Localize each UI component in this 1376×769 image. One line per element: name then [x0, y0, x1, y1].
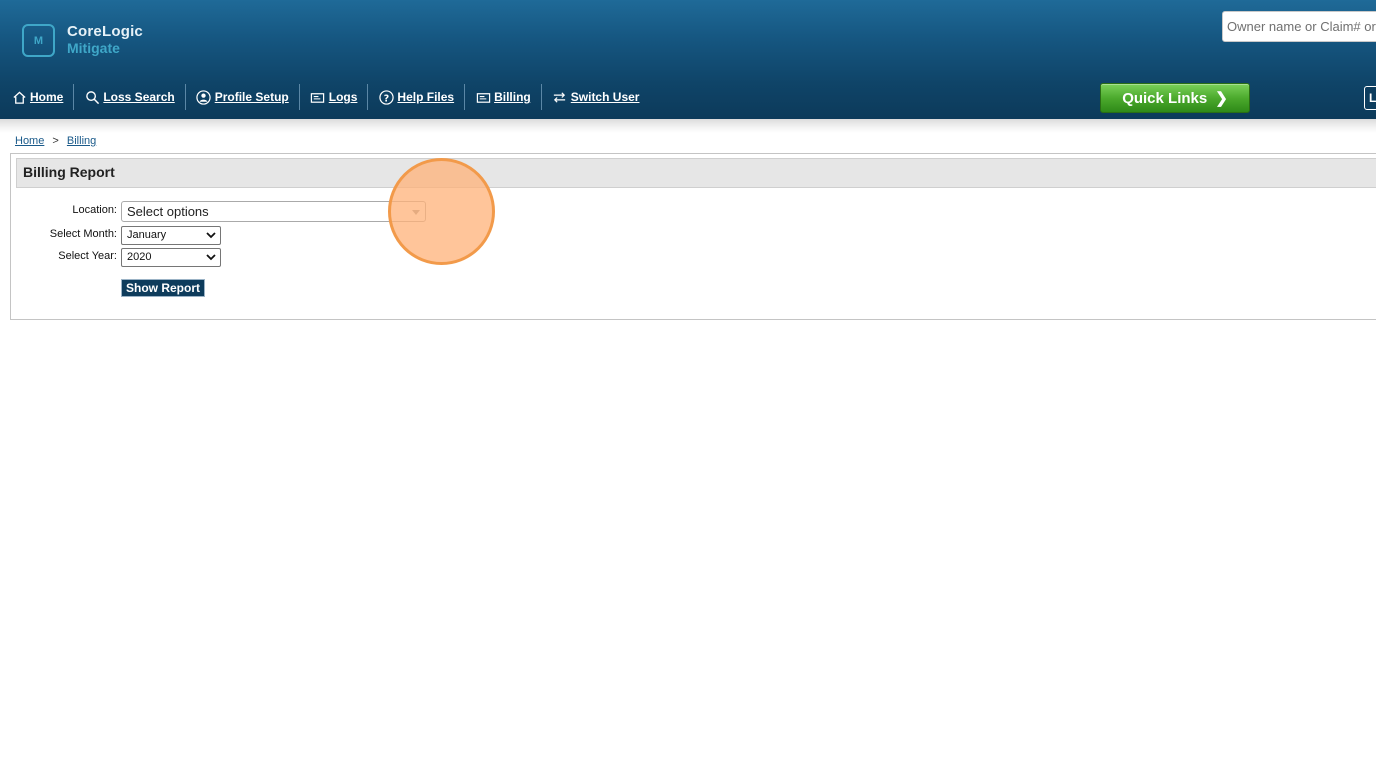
month-select[interactable]: January: [121, 226, 221, 245]
breadcrumb-home-link[interactable]: Home: [15, 135, 44, 147]
chevron-down-icon: [206, 251, 216, 266]
month-select-value: January: [127, 229, 167, 241]
breadcrumb-billing-link[interactable]: Billing: [67, 135, 96, 147]
search-icon: [84, 89, 100, 105]
nav-link-billing[interactable]: Billing: [494, 90, 531, 104]
nav-item-billing[interactable]: Billing: [464, 84, 541, 110]
nav-item-help-files[interactable]: ? Help Files: [367, 84, 464, 110]
year-label: Select Year:: [58, 250, 117, 262]
help-icon: ?: [378, 89, 394, 105]
switch-user-icon: [552, 89, 568, 105]
billing-icon: [475, 89, 491, 105]
click-indicator: [388, 158, 495, 265]
year-select-value: 2020: [127, 251, 152, 263]
home-icon: [11, 89, 27, 105]
logo-mark-icon: M: [22, 24, 55, 57]
main-nav: Home Loss Search Profile Setup Logs ? He…: [0, 84, 649, 110]
quick-links-button[interactable]: Quick Links ❯: [1100, 83, 1250, 113]
header-edge-button[interactable]: L: [1364, 86, 1376, 110]
month-label: Select Month:: [49, 228, 117, 240]
app-header: M CoreLogic Mitigate Home Loss Search Pr…: [0, 0, 1376, 119]
nav-item-switch-user[interactable]: Switch User: [540, 84, 650, 110]
breadcrumb-separator: >: [52, 135, 59, 147]
svg-text:?: ?: [384, 93, 389, 104]
nav-link-logs[interactable]: Logs: [329, 90, 358, 104]
chevron-right-icon: ❯: [1215, 90, 1228, 107]
search-input[interactable]: [1222, 11, 1376, 42]
nav-link-loss-search[interactable]: Loss Search: [103, 90, 174, 104]
profile-icon: [196, 89, 212, 105]
nav-link-switch-user[interactable]: Switch User: [571, 90, 640, 104]
panel-title: Billing Report: [16, 158, 1376, 188]
quick-links-label: Quick Links: [1122, 89, 1208, 107]
nav-link-home[interactable]: Home: [30, 90, 63, 104]
header-shadow: [0, 119, 1376, 133]
nav-link-help-files[interactable]: Help Files: [397, 90, 454, 104]
nav-item-logs[interactable]: Logs: [298, 84, 368, 110]
chevron-down-icon: [206, 229, 216, 244]
logo-name-line2: Mitigate: [67, 40, 120, 56]
corelogic-mitigate-logo[interactable]: M CoreLogic Mitigate: [22, 23, 152, 63]
nav-item-home[interactable]: Home: [0, 84, 73, 110]
location-label: Location:: [72, 204, 117, 216]
logs-icon: [310, 89, 326, 105]
nav-link-profile-setup[interactable]: Profile Setup: [215, 90, 289, 104]
logo-name-line1: CoreLogic: [67, 23, 143, 40]
show-report-button[interactable]: Show Report: [121, 279, 205, 297]
breadcrumb: Home > Billing: [15, 135, 96, 147]
year-select[interactable]: 2020: [121, 248, 221, 267]
nav-item-loss-search[interactable]: Loss Search: [73, 84, 184, 110]
nav-item-profile-setup[interactable]: Profile Setup: [184, 84, 299, 110]
location-select-value: Select options: [127, 204, 209, 219]
location-multiselect[interactable]: Select options: [121, 201, 426, 222]
